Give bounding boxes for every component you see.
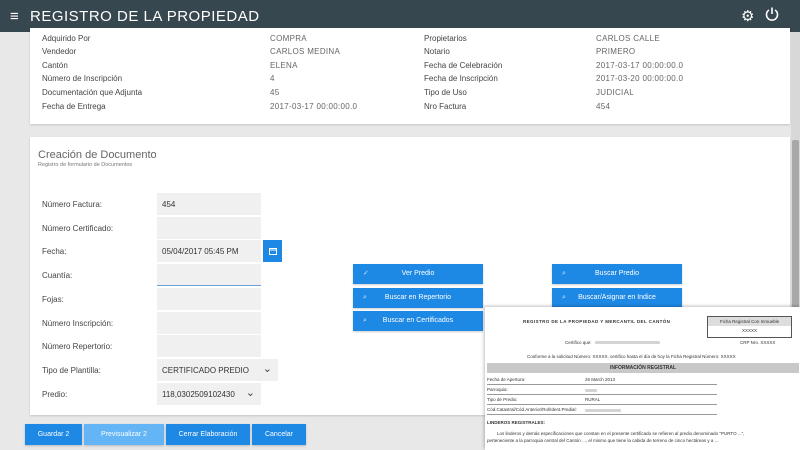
gear-icon[interactable]: ⚙ xyxy=(741,7,754,25)
search-certificates-label: Buscar en Certificados xyxy=(382,317,454,324)
calendar-icon[interactable] xyxy=(263,240,282,262)
search-icon: ⌕ xyxy=(363,294,367,301)
search-icon: ⌕ xyxy=(562,270,566,277)
row-divider xyxy=(487,404,717,405)
save-button[interactable]: Guardar 2 xyxy=(25,424,82,445)
search-icon: ⌕ xyxy=(363,317,367,324)
boundaries-paragraph: Los linderos y demás especificaciones qu… xyxy=(497,431,745,436)
request-line: Conforme a la solicitud Número: XXXXX, c… xyxy=(527,354,736,359)
summary-value: 2017-03-17 00:00:00.0 xyxy=(270,102,358,111)
registry-card-title: Ficha Registral Con Inmueble xyxy=(708,317,791,326)
info-label: Cód.Catastral/Cód.Anterior/Rol/Ident.Pre… xyxy=(487,407,577,412)
summary-value: 2017-03-17 00:00:00.0 xyxy=(596,61,684,70)
crp-number: CRP Nro. XXXXX xyxy=(740,340,776,345)
search-repertory-button[interactable]: ⌕ Buscar en Repertorio xyxy=(353,288,483,308)
search-repertory-label: Buscar en Repertorio xyxy=(384,294,452,301)
summary-value: ELENA xyxy=(270,61,298,70)
row-divider xyxy=(487,384,717,385)
field-label: Fecha: xyxy=(42,247,67,256)
row-divider xyxy=(487,394,717,395)
field-label: Predio: xyxy=(42,390,68,399)
form-heading: Creación de Documento xyxy=(38,149,157,161)
summary-value: PRIMERO xyxy=(596,47,636,56)
form-subheading: Registro de formulario de Documentos xyxy=(38,162,133,168)
registry-info-band: INFORMACIÓN REGISTRAL xyxy=(487,363,799,373)
view-property-button[interactable]: ✓ Ver Predio xyxy=(353,264,483,284)
redacted-text xyxy=(585,409,621,412)
field-label: Número Repertorio: xyxy=(42,342,113,351)
check-icon: ✓ xyxy=(363,270,369,277)
preview-button[interactable]: Previsualizar 2 xyxy=(84,424,164,445)
folios-field[interactable] xyxy=(157,288,261,310)
view-property-label: Ver Predio xyxy=(401,270,435,277)
app-title: REGISTRO DE LA PROPIEDAD xyxy=(30,8,260,25)
search-property-button[interactable]: ⌕ Buscar Predio xyxy=(552,264,682,284)
field-label: Número Certificado: xyxy=(42,224,114,233)
info-label: Parroquia: xyxy=(487,387,508,392)
summary-label: Vendedor xyxy=(42,47,77,56)
property-select[interactable]: 118,0302509102430 xyxy=(157,383,261,405)
row-divider xyxy=(487,414,717,415)
summary-value: CARLOS CALLE xyxy=(596,34,661,43)
redacted-text xyxy=(595,341,660,344)
summary-value: COMPRA xyxy=(270,34,307,43)
summary-label: Propietarios xyxy=(424,34,467,43)
summary-value: 2017-03-20 00:00:00.0 xyxy=(596,74,684,83)
summary-label: Adquirido Por xyxy=(42,34,91,43)
search-index-button[interactable]: ⌕ Buscar/Asignar en Indice xyxy=(552,288,682,308)
field-label: Tipo de Plantilla: xyxy=(42,366,101,375)
info-value: RURAL xyxy=(585,397,601,402)
boundaries-paragraph: perteneciente a la parroquia central del… xyxy=(487,438,719,443)
summary-label: Fecha de Entrega xyxy=(42,102,106,111)
redacted-text xyxy=(585,389,597,392)
summary-label: Documentación que Adjunta xyxy=(42,88,143,97)
boundaries-heading: LINDEROS REGISTRALES: xyxy=(487,420,546,425)
power-icon[interactable] xyxy=(765,6,779,27)
date-field[interactable]: 05/04/2017 05:45 PM xyxy=(157,240,261,262)
template-type-select[interactable]: CERTIFICADO PREDIO xyxy=(157,359,278,381)
registry-card-value: XXXXX xyxy=(741,328,757,333)
search-certificates-button[interactable]: ⌕ Buscar en Certificados xyxy=(353,311,483,331)
menu-icon[interactable]: ≡ xyxy=(10,8,19,25)
field-label: Cuantía: xyxy=(42,271,73,280)
summary-label: Cantón xyxy=(42,61,68,70)
close-elaboration-button[interactable]: Cerrar Elaboración xyxy=(166,424,250,445)
preview-heading: REGISTRO DE LA PROPIEDAD Y MERCANTIL DEL… xyxy=(523,319,671,324)
field-label: Número Factura: xyxy=(42,200,103,209)
summary-value: 4 xyxy=(270,74,275,83)
search-icon: ⌕ xyxy=(562,294,566,301)
summary-label: Notario xyxy=(424,47,450,56)
repertory-number-field[interactable] xyxy=(157,335,261,357)
summary-value: JUDICIAL xyxy=(596,88,634,97)
info-value: 26 March 2013 xyxy=(585,377,616,382)
summary-value: 45 xyxy=(270,88,280,97)
invoice-number-field[interactable]: 454 xyxy=(157,193,261,215)
registry-card-box: Ficha Registral Con Inmueble XXXXX xyxy=(707,316,792,338)
info-label: Tipo de Predio: xyxy=(487,397,518,402)
certificate-number-field[interactable] xyxy=(157,217,261,239)
summary-label: Tipo de Uso xyxy=(424,88,467,97)
search-index-label: Buscar/Asignar en Indice xyxy=(578,294,656,301)
field-label: Número Inscripción: xyxy=(42,319,114,328)
summary-label: Fecha de Celebración xyxy=(424,61,503,70)
document-preview: REGISTRO DE LA PROPIEDAD Y MERCANTIL DEL… xyxy=(485,307,800,450)
summary-value: CARLOS MEDINA xyxy=(270,47,341,56)
summary-label: Número de Inscripción xyxy=(42,74,123,83)
summary-value: 454 xyxy=(596,102,611,111)
inscription-number-field[interactable] xyxy=(157,312,261,334)
amount-field[interactable] xyxy=(157,264,261,286)
search-property-label: Buscar Predio xyxy=(595,270,639,277)
cancel-button[interactable]: Cancelar xyxy=(252,424,306,445)
summary-label: Nro Factura xyxy=(424,102,467,111)
info-label: Fecha de Apertura: xyxy=(487,377,526,382)
certify-line: Certifico que: xyxy=(565,340,592,345)
summary-label: Fecha de Inscripción xyxy=(424,74,498,83)
field-label: Fojas: xyxy=(42,295,64,304)
